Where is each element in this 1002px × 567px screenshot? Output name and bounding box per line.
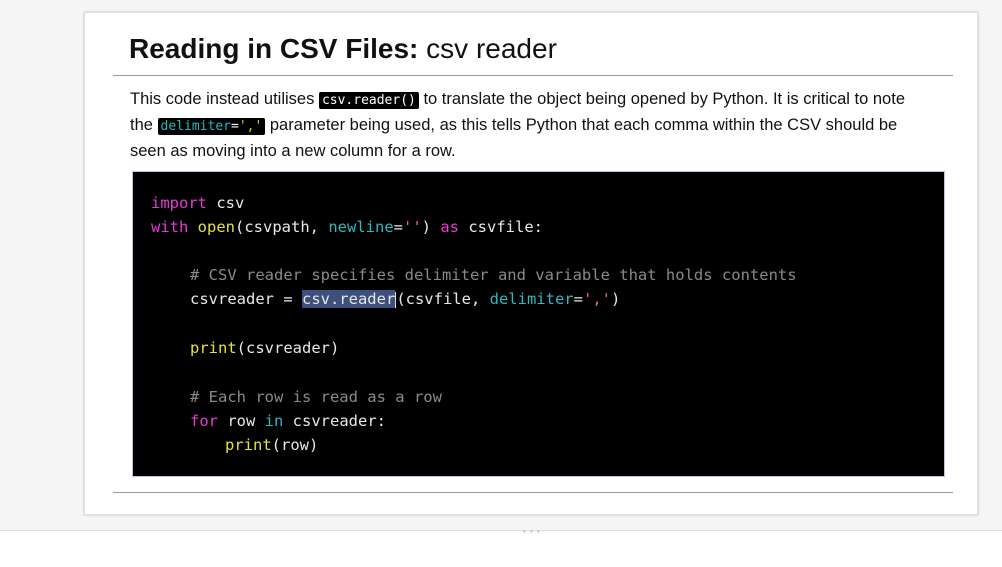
slide-title-rest: csv reader	[418, 33, 557, 64]
code-string: ''	[403, 218, 422, 236]
code-text: =	[573, 290, 583, 308]
code-line-2: with open(csvpath, newline='') as csvfil…	[151, 217, 543, 237]
code-line-5: print(csvreader)	[190, 338, 339, 358]
code-text: (csvpath,	[235, 218, 329, 236]
bottom-divider	[113, 492, 953, 493]
code-function: open	[197, 218, 235, 236]
chip-delimiter-kw: delimiter	[160, 119, 231, 134]
code-text: )	[421, 218, 441, 236]
code-line-7: for row in csvreader:	[190, 411, 386, 431]
code-text: csv	[207, 194, 245, 212]
code-comment: # Each row is read as a row	[190, 388, 442, 406]
code-chip-delimiter: delimiter=','	[157, 118, 266, 135]
code-chip-csv-reader: csv.reader()	[318, 92, 419, 109]
code-line-6: # Each row is read as a row	[190, 387, 442, 407]
chip-delimiter-eq: =	[230, 119, 239, 134]
code-line-8: print(row)	[225, 435, 318, 455]
code-text: )	[610, 290, 621, 308]
code-text: (csvfile,	[396, 290, 490, 308]
slide-title[interactable]: Reading in CSV Files: csv reader	[129, 31, 557, 67]
panel-resize-handle-icon[interactable]: • • •	[523, 528, 541, 536]
code-line-1: import csv	[151, 193, 244, 213]
slide-title-bold: Reading in CSV Files:	[129, 33, 419, 64]
code-block[interactable]: import csv with open(csvpath, newline=''…	[132, 171, 945, 477]
speaker-notes-panel[interactable]	[0, 530, 1002, 567]
code-text: csvfile:	[459, 218, 544, 236]
desc-part-1: This code instead utilises	[130, 90, 319, 108]
slide-description[interactable]: This code instead utilises csv.reader() …	[130, 87, 930, 163]
code-text: (row)	[271, 436, 319, 454]
chip-delimiter-str: ','	[238, 119, 263, 134]
code-text: (csvreader)	[236, 339, 340, 357]
code-parameter: delimiter	[489, 290, 574, 308]
code-string: ','	[582, 290, 611, 308]
code-selection[interactable]: csv.reader	[301, 290, 396, 308]
code-keyword: as	[440, 218, 460, 236]
slide-canvas[interactable]: Reading in CSV Files: csv reader This co…	[84, 12, 978, 515]
code-text: csvreader:	[283, 412, 386, 430]
code-keyword: for	[190, 412, 218, 430]
code-parameter: newline	[328, 218, 394, 236]
code-line-3: # CSV reader specifies delimiter and var…	[190, 265, 797, 285]
code-text: csvreader =	[190, 290, 302, 308]
presentation-editor: Reading in CSV Files: csv reader This co…	[0, 0, 1002, 567]
code-function: print	[225, 436, 272, 454]
title-divider	[113, 75, 953, 76]
code-function: print	[190, 339, 237, 357]
code-text: row	[218, 412, 265, 430]
code-keyword: import	[151, 194, 207, 212]
code-text: =	[393, 218, 403, 236]
code-comment: # CSV reader specifies delimiter and var…	[190, 266, 797, 284]
code-line-4: csvreader = csv.reader(csvfile, delimite…	[190, 289, 620, 309]
code-keyword-in: in	[264, 412, 284, 430]
code-keyword: with	[151, 218, 189, 236]
